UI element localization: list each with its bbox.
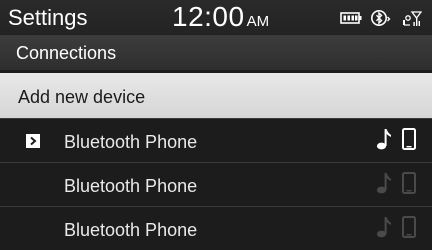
device-name: Bluetooth Phone	[64, 176, 198, 196]
phone-icon	[402, 215, 416, 244]
clock-ampm: AM	[246, 13, 270, 30]
add-new-device-label: Add new device	[18, 87, 146, 107]
status-icons	[340, 9, 422, 27]
device-item-3[interactable]: Bluetooth Phone	[0, 207, 432, 250]
music-note-icon	[376, 215, 392, 244]
clock: 12:00 AM	[172, 2, 269, 37]
device-item-2[interactable]: Bluetooth Phone	[0, 163, 432, 207]
clock-time: 12:00	[172, 1, 245, 32]
device-item-1[interactable]: Bluetooth Phone	[0, 119, 432, 163]
device-name: Bluetooth Phone	[64, 220, 198, 240]
add-new-device-button[interactable]: Add new device	[0, 73, 432, 119]
status-bar: Settings 12:00 AM	[0, 0, 432, 36]
signal-icon	[402, 9, 422, 27]
section-title: Connections	[16, 43, 117, 63]
device-name: Bluetooth Phone	[64, 132, 198, 152]
connected-arrow-icon	[26, 134, 40, 148]
device-profile-icons	[376, 127, 416, 156]
bluetooth-audio-icon	[371, 9, 393, 27]
device-list: Add new device Bluetooth Phone Bluetooth…	[0, 73, 432, 250]
music-note-icon	[376, 171, 392, 200]
screen-title: Settings	[8, 5, 88, 30]
screen: Settings 12:00 AM Connections Add new de…	[0, 0, 432, 250]
music-note-icon	[376, 127, 392, 156]
phone-icon	[402, 127, 416, 156]
phone-icon	[402, 171, 416, 200]
device-profile-icons	[376, 215, 416, 244]
battery-icon	[340, 11, 362, 25]
section-header: Connections	[0, 36, 432, 70]
device-profile-icons	[376, 171, 416, 200]
